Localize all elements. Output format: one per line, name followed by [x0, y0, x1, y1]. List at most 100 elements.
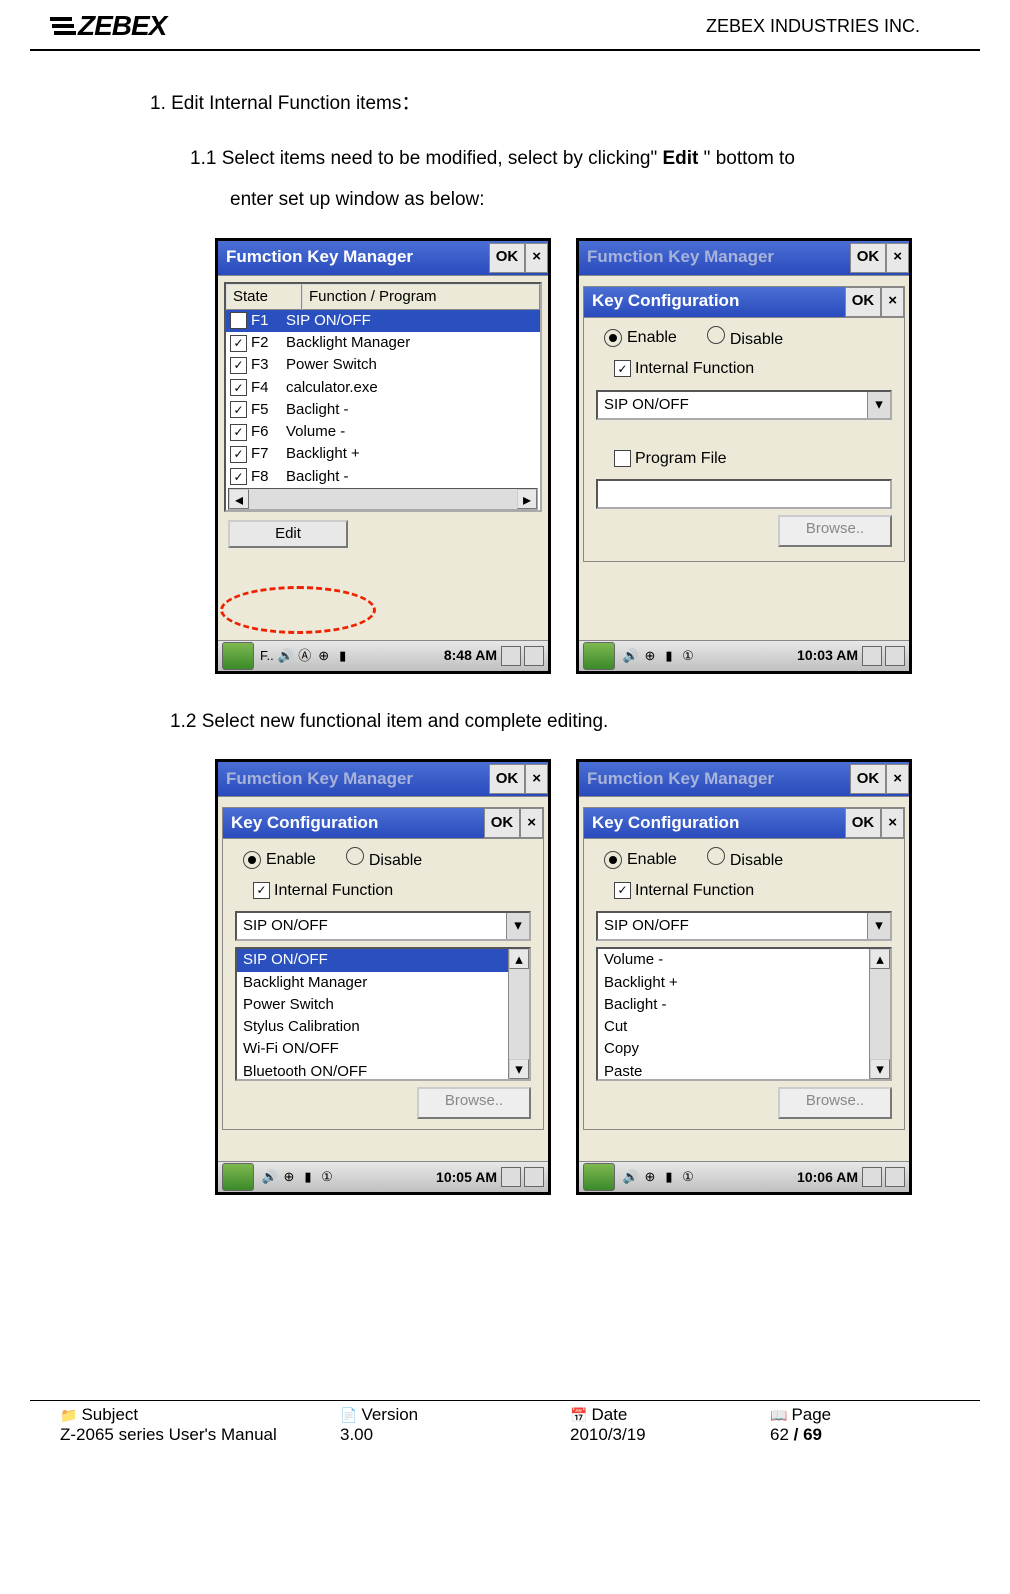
program-path-input[interactable]: [596, 479, 892, 509]
function-dropdown[interactable]: SIP ON/OFF▾: [596, 390, 892, 420]
tray-button[interactable]: [501, 1167, 521, 1187]
enable-radio[interactable]: Enable: [243, 849, 316, 871]
tray-button[interactable]: [524, 646, 544, 666]
disable-radio[interactable]: Disable: [707, 847, 783, 872]
start-button[interactable]: [222, 642, 254, 670]
row-checkbox[interactable]: ✓: [230, 379, 247, 396]
table-row[interactable]: ✓F4calculator.exe: [226, 377, 540, 399]
list-item[interactable]: Stylus Calibration: [237, 1016, 529, 1038]
table-row[interactable]: ✓F1SIP ON/OFF: [226, 310, 540, 332]
ok-button[interactable]: OK: [845, 808, 882, 838]
scroll-left-icon[interactable]: ◂: [229, 489, 249, 509]
taskbar-app[interactable]: F..: [260, 647, 274, 665]
list-item[interactable]: Volume -: [598, 949, 890, 971]
internal-function-checkbox[interactable]: ✓Internal Function: [223, 876, 543, 906]
list-item[interactable]: Power Switch: [237, 994, 529, 1016]
scroll-up-icon[interactable]: ▴: [870, 949, 890, 969]
function-listbox[interactable]: Volume -Backlight +Baclight -CutCopyPast…: [596, 947, 892, 1081]
tray-icon[interactable]: ▮: [335, 648, 351, 664]
close-button[interactable]: ×: [525, 243, 548, 273]
table-row[interactable]: ✓F2Backlight Manager: [226, 332, 540, 354]
row-checkbox[interactable]: ✓: [230, 357, 247, 374]
ok-button[interactable]: OK: [850, 764, 887, 794]
close-button[interactable]: ×: [520, 808, 543, 838]
tray-icon[interactable]: ▮: [300, 1169, 316, 1185]
row-checkbox[interactable]: ✓: [230, 312, 247, 329]
ok-button[interactable]: OK: [489, 243, 526, 273]
ok-button[interactable]: OK: [489, 764, 526, 794]
tray-icon[interactable]: ⊕: [316, 648, 332, 664]
scroll-down-icon[interactable]: ▾: [870, 1059, 890, 1079]
start-button[interactable]: [583, 642, 615, 670]
scroll-up-icon[interactable]: ▴: [509, 949, 529, 969]
ok-button[interactable]: OK: [850, 243, 887, 273]
tray-icon[interactable]: ▮: [661, 1169, 677, 1185]
tray-icon[interactable]: Ⓐ: [297, 648, 313, 664]
table-row[interactable]: ✓F7Backlight +: [226, 443, 540, 465]
internal-function-checkbox[interactable]: ✓Internal Function: [584, 876, 904, 906]
tray-icon[interactable]: ⊕: [642, 1169, 658, 1185]
tray-icon[interactable]: 🔊: [278, 648, 294, 664]
ok-button[interactable]: OK: [484, 808, 521, 838]
function-dropdown[interactable]: SIP ON/OFF▾: [596, 911, 892, 941]
enable-radio[interactable]: Enable: [604, 327, 677, 349]
dropdown-arrow-icon[interactable]: ▾: [867, 913, 890, 939]
tray-icon[interactable]: 🔊: [262, 1169, 278, 1185]
list-item[interactable]: Bluetooth ON/OFF: [237, 1061, 529, 1083]
tray-button[interactable]: [862, 1167, 882, 1187]
browse-button[interactable]: Browse..: [417, 1087, 531, 1119]
enable-radio[interactable]: Enable: [604, 849, 677, 871]
table-row[interactable]: ✓F3Power Switch: [226, 354, 540, 376]
row-checkbox[interactable]: ✓: [230, 468, 247, 485]
browse-button[interactable]: Browse..: [778, 1087, 892, 1119]
scroll-down-icon[interactable]: ▾: [509, 1059, 529, 1079]
table-row[interactable]: ✓F5Baclight -: [226, 399, 540, 421]
start-button[interactable]: [222, 1163, 254, 1191]
dropdown-arrow-icon[interactable]: ▾: [867, 392, 890, 418]
tray-icon[interactable]: ①: [680, 1169, 696, 1185]
close-button[interactable]: ×: [881, 808, 904, 838]
col-function[interactable]: Function / Program: [302, 284, 540, 310]
row-checkbox[interactable]: ✓: [230, 446, 247, 463]
row-checkbox[interactable]: ✓: [230, 424, 247, 441]
tray-icon[interactable]: 🔊: [623, 1169, 639, 1185]
list-item[interactable]: Wi-Fi ON/OFF: [237, 1038, 529, 1060]
close-button[interactable]: ×: [525, 764, 548, 794]
tray-button[interactable]: [885, 646, 905, 666]
tray-icon[interactable]: ⊕: [281, 1169, 297, 1185]
disable-radio[interactable]: Disable: [346, 847, 422, 872]
tray-button[interactable]: [862, 646, 882, 666]
close-button[interactable]: ×: [886, 764, 909, 794]
list-item[interactable]: Copy: [598, 1038, 890, 1060]
dropdown-arrow-icon[interactable]: ▾: [506, 913, 529, 939]
browse-button[interactable]: Browse..: [778, 515, 892, 547]
list-item[interactable]: Backlight Manager: [237, 972, 529, 994]
table-row[interactable]: ✓F6Volume -: [226, 421, 540, 443]
hscroll[interactable]: ◂▸: [228, 488, 538, 510]
tray-icon[interactable]: ▮: [661, 648, 677, 664]
list-item[interactable]: Cut: [598, 1016, 890, 1038]
ok-button[interactable]: OK: [845, 287, 882, 317]
function-listbox[interactable]: SIP ON/OFFBacklight ManagerPower SwitchS…: [235, 947, 531, 1081]
list-item[interactable]: SIP ON/OFF: [237, 949, 529, 971]
program-file-checkbox[interactable]: Program File: [584, 444, 904, 474]
col-state[interactable]: State: [226, 284, 302, 310]
close-button[interactable]: ×: [881, 287, 904, 317]
row-checkbox[interactable]: ✓: [230, 401, 247, 418]
close-button[interactable]: ×: [886, 243, 909, 273]
tray-icon[interactable]: ①: [680, 648, 696, 664]
list-item[interactable]: Baclight -: [598, 994, 890, 1016]
disable-radio[interactable]: Disable: [707, 326, 783, 351]
tray-button[interactable]: [885, 1167, 905, 1187]
scroll-right-icon[interactable]: ▸: [517, 489, 537, 509]
row-checkbox[interactable]: ✓: [230, 335, 247, 352]
tray-button[interactable]: [501, 646, 521, 666]
edit-button[interactable]: Edit: [228, 520, 348, 548]
list-item[interactable]: Paste: [598, 1061, 890, 1083]
table-row[interactable]: ✓F8Baclight -: [226, 466, 540, 488]
start-button[interactable]: [583, 1163, 615, 1191]
function-dropdown[interactable]: SIP ON/OFF▾: [235, 911, 531, 941]
internal-function-checkbox[interactable]: ✓Internal Function: [584, 354, 904, 384]
tray-icon[interactable]: ⊕: [642, 648, 658, 664]
tray-icon[interactable]: ①: [319, 1169, 335, 1185]
